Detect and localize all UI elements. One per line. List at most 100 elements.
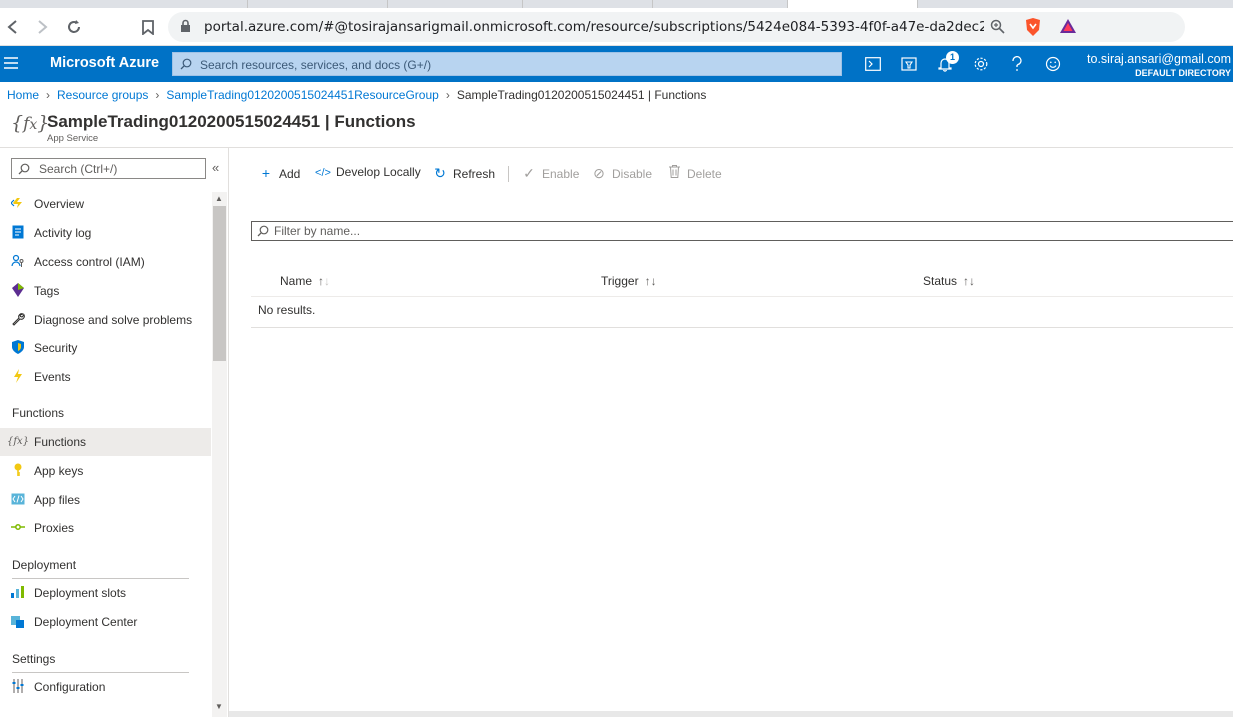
sidebar-item-security[interactable]: Security — [0, 334, 211, 362]
filter-by-name-input[interactable]: Filter by name... — [251, 221, 1233, 241]
column-header-label: Status — [923, 274, 958, 288]
breadcrumb-home[interactable]: Home — [7, 88, 39, 102]
sidebar-item-label: Configuration — [34, 680, 106, 694]
shield-icon — [11, 340, 25, 354]
sort-arrows-icon: ↑↓ — [963, 274, 976, 288]
delete-button[interactable]: Delete — [665, 165, 722, 183]
notification-count-badge: 1 — [946, 51, 959, 64]
browser-tab[interactable] — [653, 0, 788, 8]
azure-brand[interactable]: Microsoft Azure — [50, 55, 159, 71]
develop-locally-button[interactable]: </> Develop Locally — [314, 165, 421, 183]
sidebar-item-label: App keys — [34, 464, 84, 478]
sidebar-item-label: Proxies — [34, 521, 75, 535]
browser-tab[interactable] — [388, 0, 523, 8]
sidebar-item-label: Events — [34, 370, 71, 384]
sidebar-item-tags[interactable]: Tags — [0, 277, 211, 305]
forward-icon[interactable] — [29, 14, 55, 40]
url-text: portal.azure.com/#@tosirajansarigmail.on… — [204, 19, 984, 35]
breadcrumb-current: SampleTrading0120200515024451 | Function… — [456, 88, 707, 102]
filter-placeholder: Filter by name... — [274, 224, 361, 238]
sidebar-scrollbar[interactable]: ▲ ▼ — [212, 192, 227, 717]
column-header-trigger[interactable]: Trigger ↑↓ — [601, 274, 657, 288]
proxy-icon — [11, 520, 25, 534]
breadcrumb: Home › Resource groups › SampleTrading012020… — [7, 88, 706, 102]
back-icon[interactable] — [0, 14, 26, 40]
sidebar-search-input[interactable]: Search (Ctrl+/) — [11, 158, 206, 179]
sidebar-item-configuration[interactable]: Configuration — [0, 673, 211, 701]
chevron-right-icon: › — [46, 88, 51, 102]
breadcrumb-resource-group[interactable]: SampleTrading0120200515024451ResourceGro… — [166, 88, 438, 102]
brave-rewards-icon[interactable] — [1059, 18, 1077, 37]
brave-shield-icon[interactable] — [1024, 17, 1042, 40]
empty-table-message: No results. — [258, 303, 316, 317]
sidebar-item-events[interactable]: Events — [0, 363, 211, 391]
sidebar-item-proxies[interactable]: Proxies — [0, 514, 211, 542]
scroll-down-arrow-icon[interactable]: ▼ — [215, 702, 223, 711]
code-icon: </> — [315, 167, 331, 179]
browser-toolbar: portal.azure.com/#@tosirajansarigmail.on… — [0, 8, 1233, 46]
sidebar-item-label: Deployment slots — [34, 586, 127, 600]
search-icon — [257, 225, 269, 240]
sidebar-item-deployment-center[interactable]: Deployment Center — [0, 608, 211, 636]
disable-button[interactable]: ⊘ Disable — [590, 165, 652, 183]
cloud-shell-icon[interactable] — [863, 54, 883, 74]
azure-header: Microsoft Azure Search resources, servic… — [0, 46, 1233, 82]
checkmark-icon: ✓ — [523, 165, 535, 181]
browser-tab[interactable] — [248, 0, 388, 8]
plus-icon: + — [261, 165, 271, 181]
sidebar-item-access-control[interactable]: Access control (IAM) — [0, 248, 211, 276]
breadcrumb-resource-groups[interactable]: Resource groups — [57, 88, 148, 102]
reload-icon[interactable] — [61, 14, 87, 40]
table-bottom-divider — [251, 327, 1233, 328]
collapse-sidebar-icon[interactable]: « — [212, 160, 219, 175]
global-search-input[interactable]: Search resources, services, and docs (G+… — [172, 52, 842, 76]
sidebar-item-label: Security — [34, 341, 78, 355]
deployment-center-icon — [11, 614, 25, 628]
refresh-label: Refresh — [453, 167, 496, 181]
sidebar-item-label: App files — [34, 493, 81, 507]
section-heading-deployment: Deployment — [12, 558, 77, 572]
sidebar-item-overview[interactable]: Overview — [0, 190, 211, 218]
sidebar-item-activity-log[interactable]: Activity log — [0, 219, 211, 247]
sidebar-item-label: Tags — [34, 284, 60, 298]
column-header-name[interactable]: Name ↑↓ — [280, 274, 330, 288]
sidebar-item-app-files[interactable]: App files — [0, 486, 211, 514]
lightning-bolt-icon — [11, 369, 25, 383]
enable-button[interactable]: ✓ Enable — [520, 165, 579, 183]
horizontal-scrollbar[interactable] — [229, 711, 1233, 717]
function-app-icon: {fx} — [11, 112, 50, 134]
page-subtitle: App Service — [47, 133, 99, 144]
configuration-sliders-icon — [11, 679, 25, 693]
user-email[interactable]: to.siraj.ansari@gmail.com — [1087, 52, 1231, 66]
trash-icon — [665, 165, 683, 181]
sidebar-item-label: Activity log — [34, 226, 92, 240]
scrollbar-thumb[interactable] — [213, 206, 226, 361]
bookmark-icon[interactable] — [135, 14, 161, 40]
wrench-icon — [11, 312, 25, 326]
browser-tab-active[interactable] — [788, 0, 918, 8]
browser-tab[interactable] — [128, 0, 248, 8]
feedback-smiley-icon[interactable] — [1043, 54, 1063, 74]
search-icon — [180, 58, 192, 73]
browser-tab[interactable] — [523, 0, 653, 8]
sidebar-item-functions[interactable]: {fx} Functions — [0, 428, 211, 456]
settings-gear-icon[interactable] — [971, 54, 991, 74]
sidebar-item-app-keys[interactable]: App keys — [0, 457, 211, 485]
help-icon[interactable] — [1007, 54, 1027, 74]
user-directory[interactable]: DEFAULT DIRECTORY — [1135, 68, 1231, 78]
block-icon: ⊘ — [593, 165, 605, 181]
sidebar-item-label: Access control (IAM) — [34, 255, 145, 269]
sidebar-item-diagnose[interactable]: Diagnose and solve problems — [0, 306, 211, 334]
sidebar-item-deployment-slots[interactable]: Deployment slots — [0, 579, 211, 607]
browser-tab-strip — [0, 0, 1233, 8]
refresh-button[interactable]: ↻ Refresh — [431, 165, 495, 183]
search-icon — [18, 163, 30, 178]
zoom-icon[interactable] — [990, 19, 1005, 37]
directory-filter-icon[interactable] — [899, 54, 919, 74]
add-button[interactable]: + Add — [257, 165, 300, 183]
hamburger-menu-icon[interactable] — [4, 57, 18, 72]
sort-arrows-icon: ↑↓ — [318, 274, 331, 288]
scroll-up-arrow-icon[interactable]: ▲ — [215, 194, 223, 203]
enable-label: Enable — [542, 167, 580, 181]
column-header-status[interactable]: Status ↑↓ — [923, 274, 975, 288]
